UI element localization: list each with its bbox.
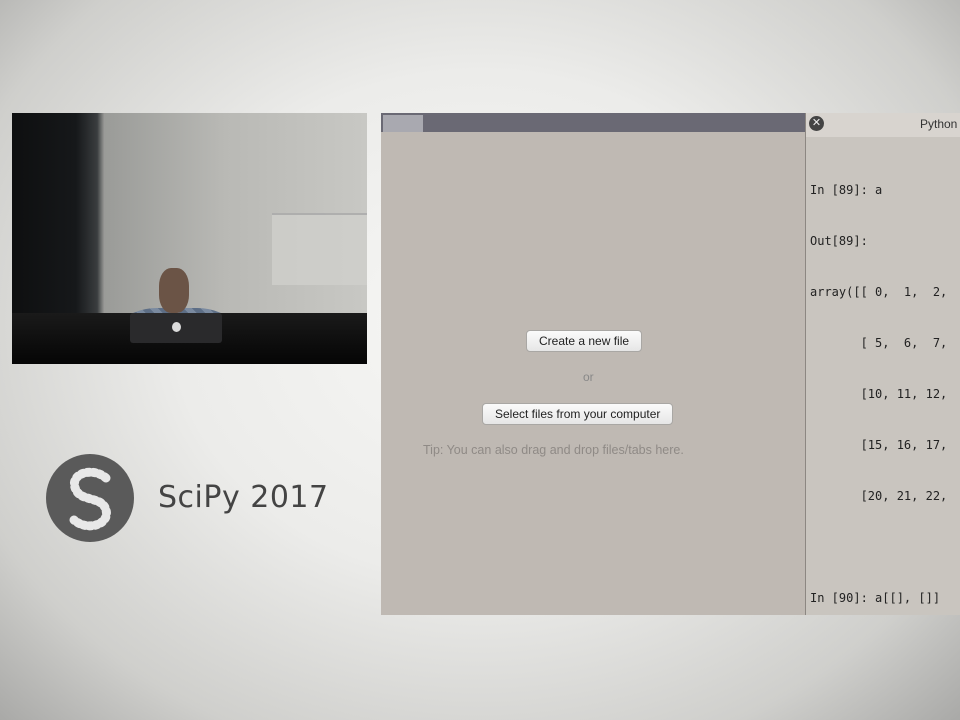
console-output: In [89]: a Out[89]: array([[ 0, 1, 2, [ … (810, 148, 960, 641)
console-title: Python (920, 117, 958, 131)
launcher-tab[interactable] (383, 115, 423, 132)
python-console[interactable]: ✕ Python In [89]: a Out[89]: array([[ 0,… (806, 113, 960, 615)
console-input-line[interactable]: In [90]: a[[], []] (810, 590, 960, 607)
console-line: Out[89]: (810, 234, 868, 248)
console-line: [10, 11, 12, (810, 387, 948, 401)
console-line: [15, 16, 17, (810, 438, 948, 452)
speaker-video (12, 113, 367, 364)
laptop (130, 313, 222, 343)
close-icon[interactable]: ✕ (809, 116, 824, 131)
create-new-file-button[interactable]: Create a new file (526, 330, 643, 352)
apple-logo-icon (172, 322, 181, 332)
scipy-logo-icon (46, 454, 134, 542)
whiteboard (272, 213, 367, 285)
console-line: [20, 21, 22, (810, 489, 948, 503)
brand-title: SciPy 2017 (158, 480, 329, 515)
select-files-button[interactable]: Select files from your computer (482, 403, 674, 425)
drag-drop-tip: Tip: You can also drag and drop files/ta… (423, 443, 684, 457)
speaker-face (159, 268, 189, 313)
or-separator: or (583, 370, 594, 384)
console-header: ✕ Python (806, 113, 960, 137)
tab-bar (381, 113, 805, 132)
console-line: In [89]: a (810, 183, 883, 197)
console-line: array([[ 0, 1, 2, (810, 285, 948, 299)
console-line: [ 5, 6, 7, (810, 336, 948, 350)
file-launcher-panel: Create a new file or Select files from y… (381, 113, 807, 615)
